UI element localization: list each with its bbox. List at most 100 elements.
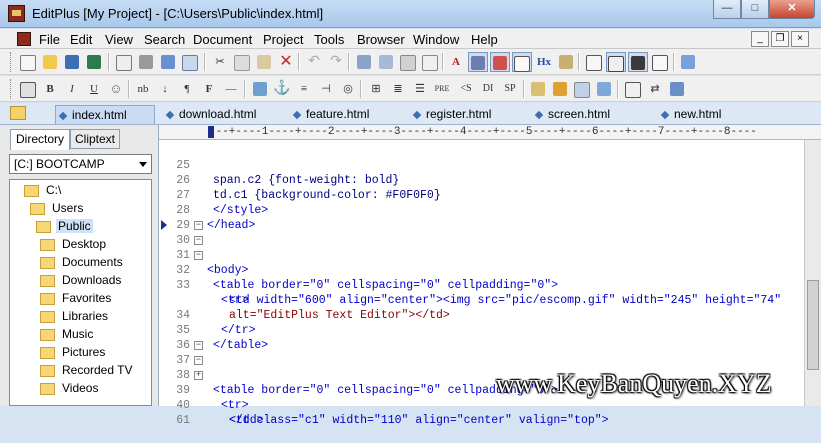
table-row-button[interactable]: ⊣	[316, 79, 336, 99]
pre-button[interactable]: PRE	[432, 79, 452, 99]
code-line[interactable]: 36	[159, 323, 795, 352]
code-line[interactable]: 25 span.c2 {font-weight: bold}	[159, 143, 795, 187]
code-line[interactable]: 28 </head>	[159, 188, 795, 232]
tree-item-c-drive[interactable]: C:\	[24, 182, 63, 200]
code-line[interactable]: 38 − <tr>	[159, 353, 795, 413]
align-center-button[interactable]: ≣	[388, 79, 408, 99]
hex-button[interactable]: Hx	[534, 52, 554, 72]
tree-item-desktop[interactable]: Desktop	[40, 236, 108, 254]
tree-item-users[interactable]: Users	[30, 200, 85, 218]
tab-directory[interactable]: Directory	[10, 129, 70, 150]
fold-collapse-icon[interactable]: −	[194, 221, 203, 230]
menu-edit[interactable]: Edit	[70, 32, 92, 47]
copy-replace-button[interactable]	[398, 52, 418, 72]
vertical-scrollbar[interactable]	[804, 140, 821, 406]
editplus-app-icon[interactable]	[8, 5, 25, 22]
smiley-button[interactable]: ☺	[106, 79, 126, 99]
span-button[interactable]: SP	[500, 79, 520, 99]
menu-window[interactable]: Window	[413, 32, 459, 47]
new-file-button[interactable]	[18, 52, 38, 72]
code-editor[interactable]: ---+----1----+----2----+----3----+----4-…	[159, 125, 821, 427]
line-break-button[interactable]: ↓	[155, 79, 175, 99]
print-preview-button[interactable]	[114, 52, 134, 72]
fold-expand-icon[interactable]: +	[194, 371, 203, 380]
save-all-button[interactable]	[84, 52, 104, 72]
delete-button[interactable]: ✕	[276, 52, 296, 72]
hr-button[interactable]: —	[221, 79, 241, 99]
browser-view-button[interactable]	[18, 79, 38, 99]
toolbar-grip[interactable]	[10, 79, 14, 99]
edit-tag-button[interactable]	[528, 79, 548, 99]
code-line[interactable]: 34 </tr>	[159, 293, 795, 337]
tab-download-html[interactable]: download.html	[163, 105, 283, 124]
tree-item-pictures[interactable]: Pictures	[40, 344, 107, 362]
replace-button[interactable]	[376, 52, 396, 72]
ruler-button[interactable]	[512, 52, 532, 72]
tree-item-recorded-tv[interactable]: Recorded TV	[40, 362, 134, 380]
scrollbar-thumb[interactable]	[807, 280, 819, 370]
tab-feature-html[interactable]: feature.html	[290, 105, 400, 124]
code-line[interactable]: 30 − <body>	[159, 218, 795, 278]
output-window-button[interactable]	[584, 52, 604, 72]
menu-file[interactable]: File	[39, 32, 60, 47]
find-button[interactable]	[354, 52, 374, 72]
underline-button[interactable]: U	[84, 79, 104, 99]
user-tool-button[interactable]	[556, 52, 576, 72]
font-button[interactable]: A	[446, 52, 466, 72]
italic-button[interactable]: I	[62, 79, 82, 99]
print-button[interactable]	[136, 52, 156, 72]
mdi-close-button[interactable]: ×	[791, 31, 809, 47]
tree-item-favorites[interactable]: Favorites	[40, 290, 113, 308]
code-line[interactable]: alt="EditPlus Text Editor"></td>	[159, 278, 795, 322]
tab-screen-html[interactable]: screen.html	[532, 105, 632, 124]
fold-collapse-icon[interactable]: −	[194, 356, 203, 365]
char-button[interactable]	[572, 79, 592, 99]
goto-button[interactable]	[420, 52, 440, 72]
help-button[interactable]	[678, 52, 698, 72]
menu-project[interactable]: Project	[263, 32, 303, 47]
cut-button[interactable]: ✂	[210, 52, 230, 72]
drive-select[interactable]: [C:] BOOTCAMP	[9, 154, 152, 174]
minimize-button[interactable]: —	[713, 0, 741, 19]
project-folder-icon[interactable]	[10, 106, 26, 120]
cliptext-window-button[interactable]	[628, 52, 648, 72]
menu-view[interactable]: View	[105, 32, 133, 47]
undo-button[interactable]: ↶	[304, 52, 324, 72]
form-button[interactable]: ◎	[338, 79, 358, 99]
align-left-button[interactable]: ☰	[410, 79, 430, 99]
code-line[interactable]: 37 − <table border="0" cellspacing="0" c…	[159, 338, 795, 398]
css-button[interactable]	[623, 79, 643, 99]
menu-search[interactable]: Search	[144, 32, 185, 47]
nbsp-button[interactable]: nb	[133, 79, 153, 99]
paragraph-button[interactable]: ¶	[177, 79, 197, 99]
menu-help[interactable]: Help	[471, 32, 498, 47]
code-line[interactable]: 32 − <tr>	[159, 248, 795, 308]
image-button[interactable]	[250, 79, 270, 99]
document-icon[interactable]	[17, 32, 31, 46]
tree-item-libraries[interactable]: Libraries	[40, 308, 110, 326]
maximize-button[interactable]: □	[741, 0, 769, 19]
color-picker-button[interactable]	[550, 79, 570, 99]
line-number-button[interactable]	[490, 52, 510, 72]
folder-tree[interactable]: C:\ Users Public Desktop Documents Downl…	[9, 179, 152, 406]
tree-item-downloads[interactable]: Downloads	[40, 272, 123, 290]
code-line[interactable]: 27 </style>	[159, 173, 795, 217]
code-line[interactable]: 35 </table>	[159, 308, 795, 352]
close-button[interactable]: ✕	[769, 0, 815, 19]
toolbar-button[interactable]	[594, 79, 614, 99]
paste-button[interactable]	[254, 52, 274, 72]
toolbar-grip[interactable]	[10, 52, 14, 72]
tree-item-public[interactable]: Public	[36, 218, 93, 236]
tree-item-documents[interactable]: Documents	[40, 254, 125, 272]
font-tag-button[interactable]: F	[199, 79, 219, 99]
bold-button[interactable]: B	[40, 79, 60, 99]
directory-window-button[interactable]	[606, 52, 626, 72]
code-line[interactable]: 29	[159, 203, 795, 232]
word-wrap-button[interactable]	[468, 52, 488, 72]
table-button[interactable]: ⊞	[366, 79, 386, 99]
redo-button[interactable]: ↷	[326, 52, 346, 72]
tree-item-music[interactable]: Music	[40, 326, 95, 344]
anchor-button[interactable]: ⚓	[272, 79, 292, 99]
code-line[interactable]: 26 td.c1 {background-color: #F0F0F0}	[159, 158, 795, 202]
tab-index-html[interactable]: index.html	[55, 105, 155, 124]
